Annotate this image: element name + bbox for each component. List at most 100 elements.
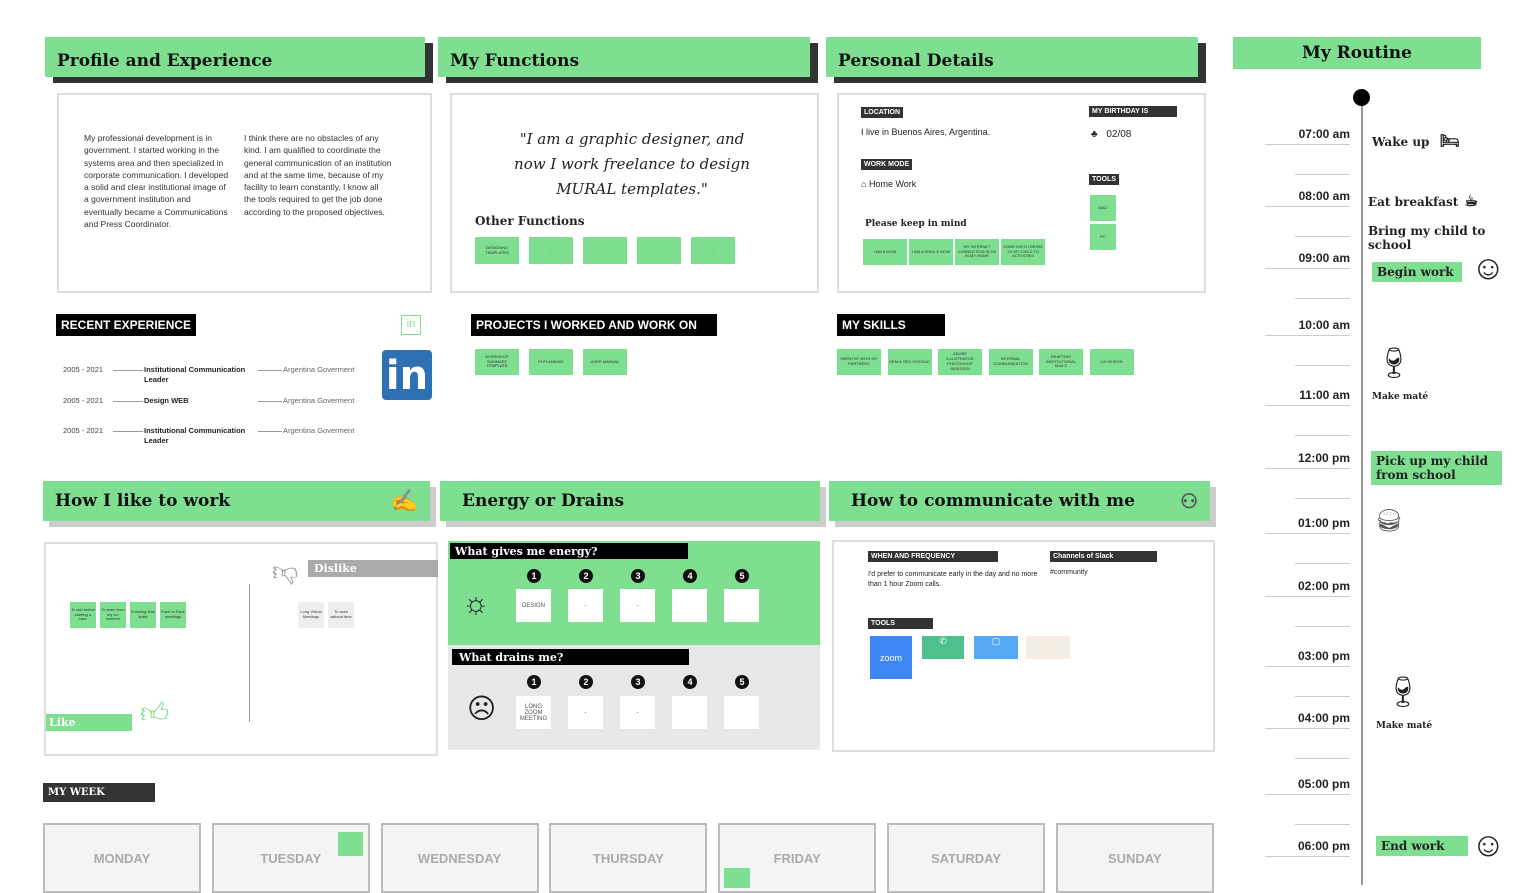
skill-sticky[interactable]: INTERNAL COMMUNICATION	[988, 349, 1033, 375]
time-label: 09:00 am	[1298, 251, 1350, 265]
half-hour-line	[1295, 824, 1350, 825]
connector	[113, 370, 143, 371]
day-wednesday[interactable]: WEDNESDAY	[380, 823, 539, 893]
day-monday[interactable]: MONDAY	[43, 823, 201, 893]
whatsapp-tool[interactable]: ✆	[922, 636, 964, 659]
experience-org: Argentina Goverment	[283, 396, 355, 405]
number-badge: 4	[683, 569, 697, 583]
project-sticky[interactable]: USER MANUAL	[583, 349, 627, 375]
drain-box[interactable]: -	[568, 696, 603, 729]
project-sticky[interactable]: WORKSHOP SUMMARY TEMPLATE	[475, 349, 519, 375]
profile-paragraph-2: I think there are no obstacles of any ki…	[244, 133, 392, 217]
skill-sticky[interactable]: DRAFTING INSTITUTIONAL MAILS	[1039, 349, 1083, 375]
drain-box[interactable]	[672, 696, 707, 729]
experience-role: Institutional Communication Leader	[144, 365, 246, 384]
dislike-sticky[interactable]: Long Virtual Meetings	[298, 602, 324, 628]
project-sticky[interactable]: PI PLANNING	[529, 349, 573, 375]
day-thursday[interactable]: THURSDAY	[549, 823, 708, 893]
keep-in-mind-sticky[interactable]: I AM A MOM	[863, 239, 907, 265]
skill-sticky[interactable]: ADOBE ILLUSTRATOR PHOTOSHOP INDESIGN	[938, 349, 982, 375]
energy-box[interactable]: -	[620, 589, 655, 622]
other-function-sticky[interactable]: DESIGNING TEMPLATES	[475, 237, 519, 264]
team-icon: ⚇	[1180, 489, 1198, 513]
time-line	[1265, 206, 1350, 207]
keep-in-mind-sticky[interactable]: SOME DAYS I BRING TO MY CHILD TO ACTIVIT…	[1001, 239, 1045, 265]
personal-card: LOCATION I live in Buenos Aires, Argenti…	[837, 93, 1206, 293]
number-badge: 2	[579, 569, 593, 583]
keep-in-mind-sticky[interactable]: I AM A SINGLE MOM	[909, 239, 953, 265]
day-saturday[interactable]: SATURDAY	[887, 823, 1045, 893]
smile-face-icon: ☺	[1471, 826, 1506, 864]
skill-sticky[interactable]: UX DESIGN	[1089, 349, 1134, 375]
energy-box[interactable]	[672, 589, 707, 622]
energy-box[interactable]: DESIGN	[516, 589, 551, 622]
connector	[258, 431, 282, 432]
dislike-sticky[interactable]: To work without time	[328, 602, 354, 628]
other-function-sticky[interactable]: -	[583, 237, 627, 264]
experience-role: Design WEB	[144, 396, 189, 405]
hr-tool[interactable]	[1026, 636, 1070, 659]
friday-sticky[interactable]	[724, 868, 750, 888]
linkedin-icon[interactable]: in	[401, 315, 421, 335]
thumbs-down-icon: 👎︎	[272, 556, 299, 586]
other-function-sticky[interactable]: -	[691, 237, 735, 264]
profile-card: My professional development is in govern…	[57, 93, 432, 293]
day-sunday[interactable]: SUNDAY	[1055, 823, 1214, 893]
time-line	[1265, 596, 1350, 597]
like-sticky[interactable]: Face to Face meetings	[160, 602, 186, 628]
half-hour-line	[1295, 696, 1350, 697]
energy-box[interactable]	[724, 589, 759, 622]
header-energy: Energy or Drains	[440, 481, 820, 521]
routine-begin: Begin work	[1372, 262, 1462, 282]
dislike-label: Dislike	[308, 560, 438, 577]
time-label: 03:00 pm	[1297, 649, 1350, 663]
when-label: WHEN AND FREQUENCY	[868, 551, 998, 562]
birthday: ♣ 02/08	[1091, 129, 1132, 140]
number-badge: 5	[735, 569, 749, 583]
other-function-sticky[interactable]: -	[529, 237, 573, 264]
like-sticky[interactable]: To ask before starting a task	[70, 602, 96, 628]
linkedin-logo[interactable]: in	[382, 350, 432, 400]
time-line	[1265, 856, 1350, 857]
when-value: I'd prefer to communicate early in the d…	[868, 571, 1038, 588]
half-hour-line	[1295, 563, 1350, 564]
like-sticky[interactable]: Knowing time limits	[130, 602, 156, 628]
half-hour-line	[1295, 758, 1350, 759]
drain-box[interactable]: -	[620, 696, 655, 729]
keep-in-mind-sticky[interactable]: MY INTERNET CONNECTION IS OK IN MY HOME	[955, 239, 999, 265]
timeline-start-dot	[1353, 89, 1370, 106]
skill-sticky[interactable]: EMPATHY WITH MY PARTNERS	[837, 349, 881, 375]
like-sticky[interactable]: To learn from my co-workers	[100, 602, 126, 628]
tuesday-sticky[interactable]	[338, 832, 363, 856]
header-profile: Profile and Experience	[45, 37, 425, 77]
experience-org: Argentina Goverment	[283, 365, 355, 374]
thumbs-up-icon: 👍︎	[140, 697, 170, 728]
profile-paragraph-1: My professional development is in govern…	[84, 133, 229, 230]
other-functions-label: Other Functions	[475, 214, 585, 228]
zoom-tool[interactable]: zoom	[870, 636, 912, 679]
tool-sticky[interactable]: PC	[1090, 224, 1116, 250]
half-hour-line	[1295, 174, 1350, 175]
other-function-sticky[interactable]: -	[637, 237, 681, 264]
time-line	[1265, 728, 1350, 729]
time-line	[1265, 144, 1350, 145]
calendly-tool[interactable]: ▢	[974, 636, 1018, 659]
time-line	[1265, 666, 1350, 667]
skill-sticky[interactable]: SEM & SEO GOOGLE	[887, 349, 932, 375]
tool-sticky[interactable]: Mac	[1090, 195, 1116, 221]
drain-box[interactable]	[724, 696, 759, 729]
energy-box[interactable]: -	[568, 589, 603, 622]
sun-icon: ☼	[462, 587, 490, 620]
birthday-label: MY BIRTHDAY IS	[1089, 106, 1177, 117]
experience-years: 2005 - 2021	[63, 396, 104, 405]
number-badge: 5	[735, 675, 749, 689]
cake-icon: ♣	[1091, 129, 1101, 140]
routine-end: End work	[1376, 836, 1468, 856]
keep-in-mind-label: Please keep in mind	[865, 219, 967, 229]
experience-years: 2005 - 2021	[63, 365, 104, 374]
slack-channel[interactable]: #community	[1050, 569, 1088, 576]
drain-box[interactable]: LONG ZOOM MEETING	[516, 696, 551, 729]
header-functions: My Functions	[438, 37, 810, 77]
number-badge: 3	[631, 569, 645, 583]
connector	[113, 431, 143, 432]
